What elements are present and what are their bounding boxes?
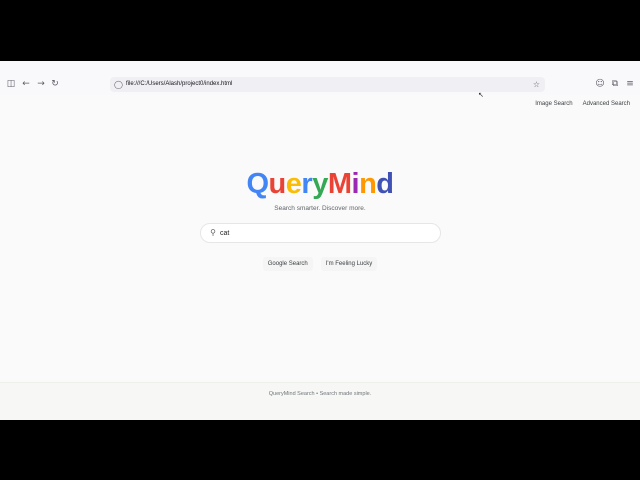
logo-letter: u xyxy=(268,168,287,200)
logo-letter: r xyxy=(301,168,313,200)
shield-icon[interactable]: ◯ xyxy=(114,79,123,90)
logo-letter: i xyxy=(351,168,360,200)
footer-text: QueryMind Search • Search made simple. xyxy=(268,391,372,397)
feeling-lucky-button[interactable]: I'm Feeling Lucky xyxy=(320,257,378,271)
page-content: Image Search Advanced Search QueryMind S… xyxy=(0,95,640,420)
querymind-logo: QueryMind xyxy=(0,167,640,201)
sidebar-icon[interactable]: ◫ xyxy=(6,79,16,89)
forward-arrow-icon[interactable]: → xyxy=(36,79,46,89)
top-links: Image Search Advanced Search xyxy=(535,101,630,107)
back-arrow-icon[interactable]: ← xyxy=(21,79,31,89)
logo-letter: Q xyxy=(246,168,269,200)
extensions-icon[interactable]: ⧉ xyxy=(610,79,620,89)
logo-letter: y xyxy=(312,168,328,200)
logo-letter: e xyxy=(285,168,302,200)
menu-icon[interactable]: ≡ xyxy=(625,79,635,89)
browser-toolbar: ◫ ← → ↻ ◯ file:///C:/Users/Alash/project… xyxy=(0,75,640,95)
google-search-button[interactable]: Google Search xyxy=(262,257,313,271)
url-bar[interactable]: ◯ file:///C:/Users/Alash/project0/index.… xyxy=(110,77,545,92)
search-input[interactable] xyxy=(220,226,420,240)
advanced-search-link[interactable]: Advanced Search xyxy=(583,101,630,107)
image-search-link[interactable]: Image Search xyxy=(535,101,572,107)
reload-icon[interactable]: ↻ xyxy=(50,79,60,89)
logo-letter: n xyxy=(359,168,377,200)
search-buttons: Google Search I'm Feeling Lucky xyxy=(0,257,640,271)
bookmark-star-icon[interactable]: ☆ xyxy=(532,79,541,90)
url-text[interactable]: file:///C:/Users/Alash/project0/index.ht… xyxy=(126,77,232,92)
account-icon[interactable]: ☺ xyxy=(595,79,605,89)
logo-letter: M xyxy=(327,168,352,200)
search-box[interactable]: ⚲ xyxy=(200,223,441,243)
tagline: Search smarter. Discover more. xyxy=(274,205,366,212)
logo-letter: d xyxy=(376,168,394,200)
mouse-cursor-icon: ↖ xyxy=(478,91,484,99)
footer: QueryMind Search • Search made simple. xyxy=(0,382,640,420)
browser-window: ◫ ← → ↻ ◯ file:///C:/Users/Alash/project… xyxy=(0,61,640,420)
search-icon: ⚲ xyxy=(210,228,216,237)
